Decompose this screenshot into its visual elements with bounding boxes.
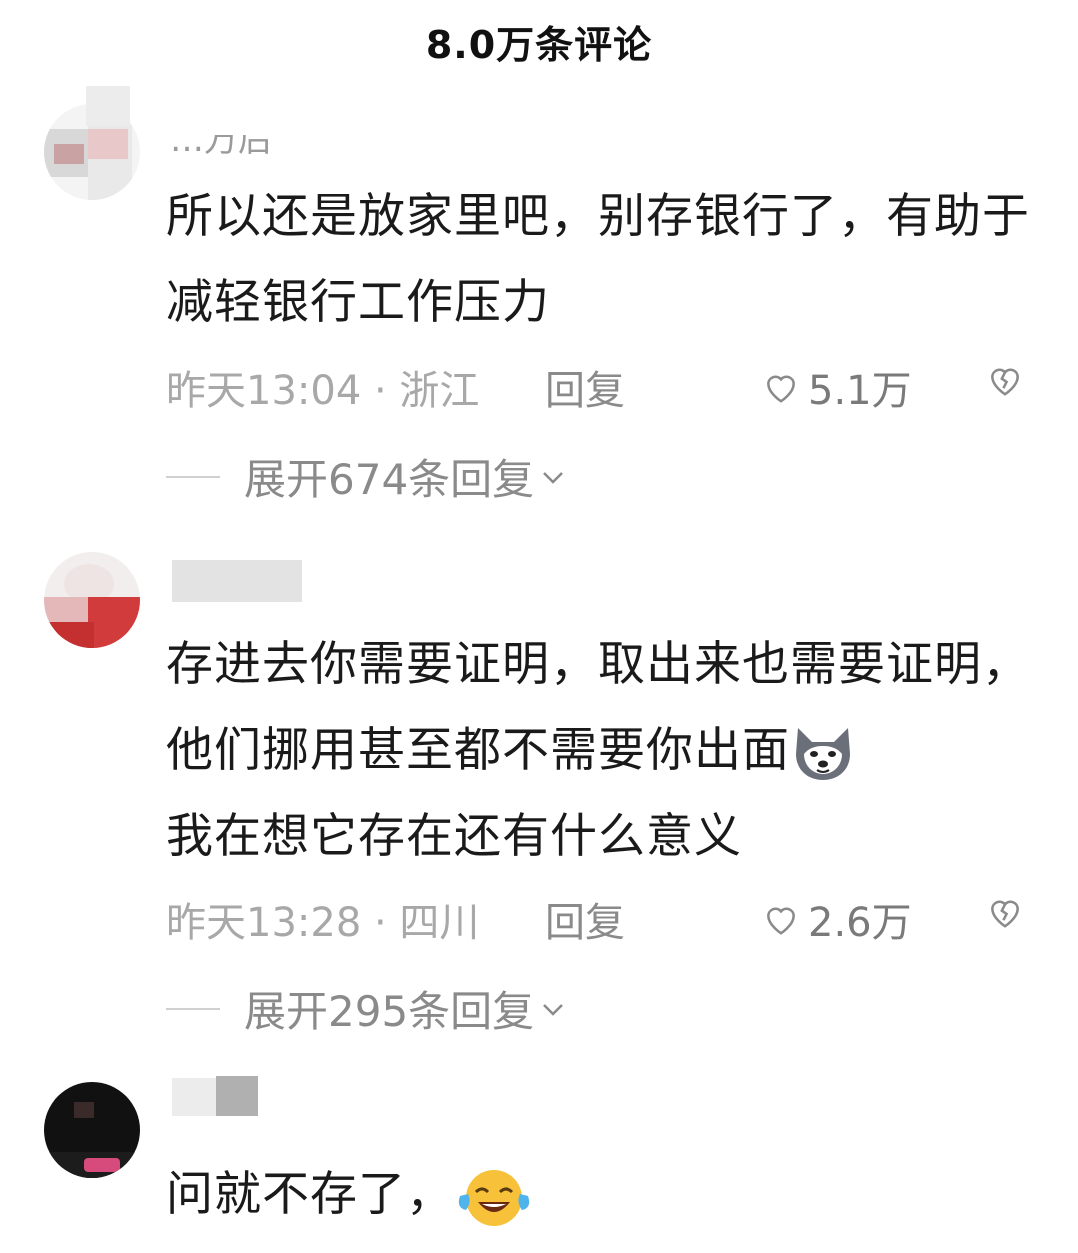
- heart-outline-icon: [767, 375, 795, 403]
- reply-button[interactable]: 回复: [545, 358, 625, 416]
- comments-count-title: 8.0万条评论: [425, 23, 653, 67]
- avatar[interactable]: [44, 1082, 140, 1178]
- like-button[interactable]: 5.1万: [762, 358, 912, 416]
- expand-replies-label: 展开295条回复: [244, 987, 535, 1036]
- heart-outline-icon: [767, 907, 795, 935]
- comment-time-location: 昨天13:28 · 四川: [166, 900, 480, 946]
- like-count: 5.1万: [808, 368, 912, 414]
- username-mask: [216, 1076, 258, 1116]
- divider: [166, 475, 220, 478]
- comment-text: 存进去你需要证明，取出来也需要证明，他们挪用甚至都不需要你出面 我在想它存在还有什…: [166, 637, 1030, 864]
- username[interactable]: …万后: [170, 135, 272, 155]
- chevron-down-icon: [543, 1003, 564, 1016]
- expand-replies-label: 展开674条回复: [244, 455, 535, 504]
- comment-time-location: 昨天13:04 · 浙江: [166, 368, 480, 414]
- broken-heart-icon: [991, 368, 1019, 396]
- chevron-down-icon: [543, 471, 564, 484]
- like-count: 2.6万: [808, 900, 912, 946]
- broken-heart-icon: [991, 900, 1019, 928]
- like-button[interactable]: 2.6万: [762, 890, 912, 948]
- comment-text: 问就不存了，: [166, 1152, 1046, 1238]
- reply-button[interactable]: 回复: [545, 890, 625, 948]
- divider: [166, 1007, 220, 1010]
- doge-emoji-icon: [796, 727, 850, 780]
- username-mask: [172, 1078, 216, 1116]
- comment-text: 所以还是放家里吧，别存银行了，有助于减轻银行工作压力: [166, 189, 1030, 330]
- username-mask: [172, 560, 302, 602]
- tears-of-joy-emoji-icon: [458, 1169, 530, 1226]
- dislike-button[interactable]: [986, 894, 1024, 934]
- expand-replies-button[interactable]: 展开674条回复: [166, 446, 566, 507]
- dislike-button[interactable]: [986, 362, 1024, 402]
- expand-replies-button[interactable]: 展开295条回复: [166, 978, 566, 1039]
- avatar[interactable]: [44, 552, 140, 648]
